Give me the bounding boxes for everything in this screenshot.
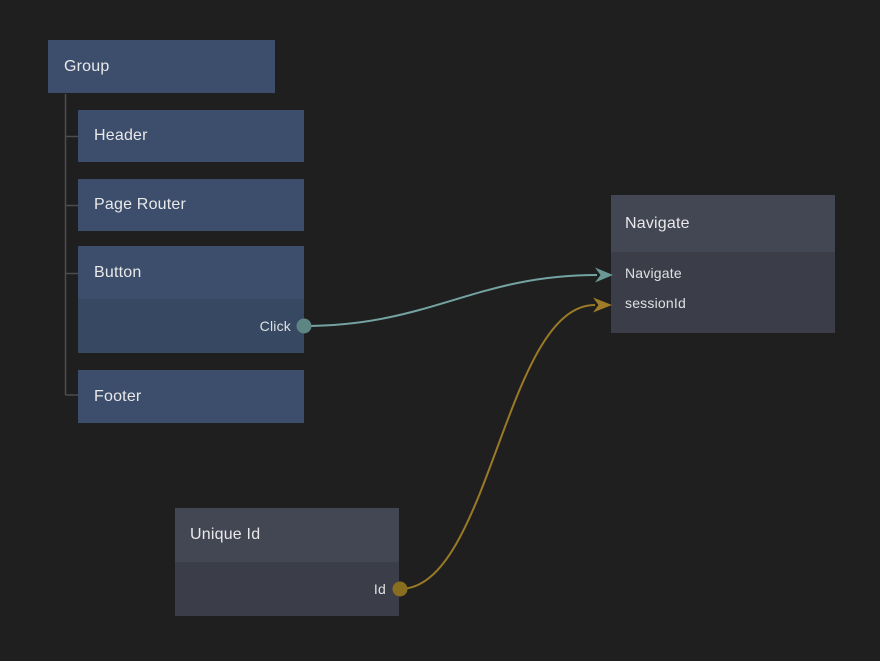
node-port-section: Id <box>175 562 399 616</box>
input-port-label: Navigate <box>625 265 682 281</box>
node-title: Group <box>48 40 275 93</box>
node-button[interactable]: Button Click <box>78 246 304 353</box>
node-header[interactable]: Header <box>78 110 304 162</box>
tree-line-group-children <box>66 94 79 395</box>
node-title: Button <box>78 246 304 299</box>
node-title: Page Router <box>78 179 304 231</box>
connection-id-to-sessionid[interactable] <box>400 305 595 589</box>
node-title: Footer <box>78 370 304 423</box>
output-port-id[interactable]: Id <box>175 562 399 616</box>
node-group[interactable]: Group <box>48 40 275 93</box>
node-footer[interactable]: Footer <box>78 370 304 423</box>
node-navigate[interactable]: Navigate Navigate sessionId <box>611 195 835 333</box>
output-port-label: Click <box>260 318 291 334</box>
node-port-section: Navigate sessionId <box>611 252 835 333</box>
input-port-sessionid[interactable]: sessionId <box>611 288 835 318</box>
output-port-label: Id <box>374 581 386 597</box>
node-title: Header <box>78 110 304 162</box>
input-port-label: sessionId <box>625 295 686 311</box>
node-editor-canvas[interactable]: Group Header Page Router Button Click Fo… <box>0 0 880 661</box>
output-port-click[interactable]: Click <box>78 299 304 353</box>
sessionid-input-arrow[interactable] <box>593 298 612 313</box>
connection-click-to-navigate[interactable] <box>304 275 597 326</box>
node-title: Unique Id <box>175 508 399 562</box>
input-port-navigate[interactable]: Navigate <box>611 258 835 288</box>
node-title: Navigate <box>611 195 835 252</box>
node-unique-id[interactable]: Unique Id Id <box>175 508 399 616</box>
node-port-section: Click <box>78 299 304 353</box>
node-page-router[interactable]: Page Router <box>78 179 304 231</box>
